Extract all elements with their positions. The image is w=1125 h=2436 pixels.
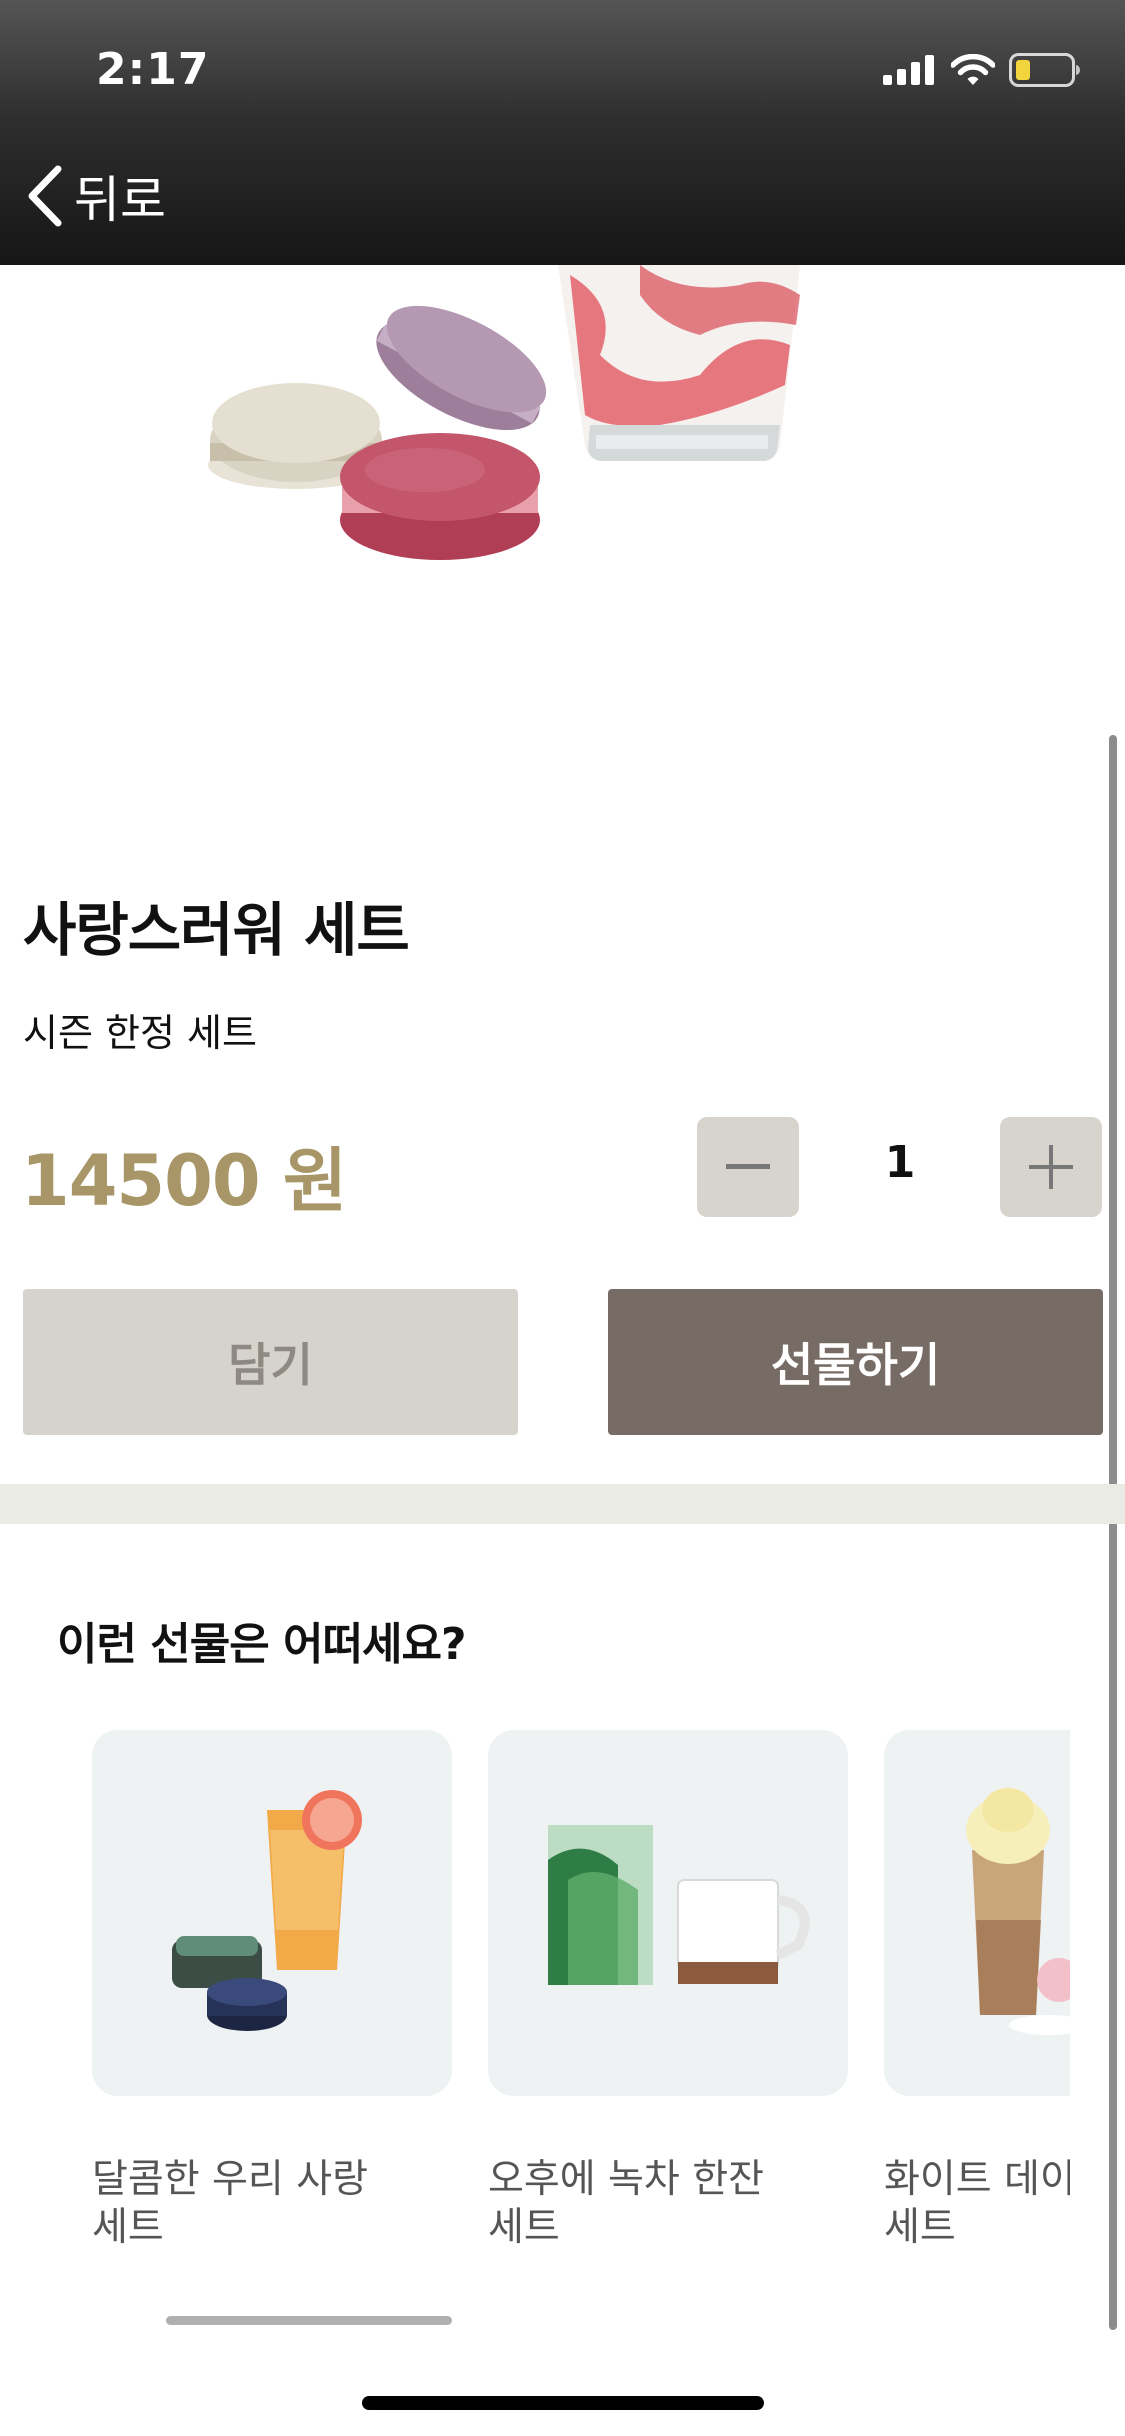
section-divider [0, 1484, 1125, 1524]
wifi-icon [951, 54, 995, 85]
product-title: 사랑스러워 세트 [23, 896, 410, 964]
product-hero-image [0, 265, 1125, 685]
recommendation-image [488, 1730, 848, 2096]
back-label: 뒤로 [74, 171, 166, 229]
carousel-scroll-indicator [166, 2316, 452, 2325]
recommendation-label: 오후에 녹차 한잔 세트 [488, 2157, 764, 2250]
quantity-value: 1 [884, 1137, 916, 1188]
product-subtitle: 시즌 한정 세트 [23, 1011, 257, 1055]
recommendation-card[interactable]: 달콤한 우리 사랑 세트 [92, 1730, 452, 2250]
recommendations-heading: 이런 선물은 어떠세요? [57, 1619, 466, 1670]
recommendation-card[interactable]: 화이트 데이 세트 [884, 1730, 1070, 2250]
frappuccino-glass-image [558, 265, 800, 461]
plus-icon [1029, 1145, 1073, 1189]
status-icons [883, 50, 1081, 90]
chevron-left-icon [28, 165, 62, 227]
battery-icon [1009, 53, 1080, 87]
recommendation-label: 화이트 데이 세트 [884, 2157, 1070, 2250]
recommendation-image [884, 1730, 1070, 2096]
add-to-cart-button[interactable]: 담기 [23, 1289, 518, 1435]
page-scrollbar[interactable] [1109, 735, 1117, 2330]
recommendation-image [92, 1730, 452, 2096]
home-indicator[interactable] [362, 2396, 764, 2410]
quantity-decrease-button[interactable] [697, 1117, 799, 1217]
minus-icon [726, 1164, 770, 1169]
app-header: 2:17 뒤로 [0, 0, 1125, 265]
quantity-increase-button[interactable] [1000, 1117, 1102, 1217]
product-detail-page: 2:17 뒤로 사랑스러워 세트 시즌 한정 세트 14500 원 1 담기 선… [0, 0, 1125, 2436]
recommendations-carousel[interactable]: 달콤한 우리 사랑 세트 오후에 녹차 한잔 세트 화이트 데이 세트 [0, 1730, 1070, 2250]
macarons-image [208, 305, 547, 560]
product-price: 14500 원 [21, 1140, 347, 1222]
signal-icon [883, 55, 934, 85]
status-time: 2:17 [96, 44, 210, 95]
send-gift-button[interactable]: 선물하기 [608, 1289, 1103, 1435]
recommendation-card[interactable]: 오후에 녹차 한잔 세트 [488, 1730, 848, 2250]
back-button[interactable]: 뒤로 [24, 160, 166, 232]
recommendation-label: 달콤한 우리 사랑 세트 [92, 2157, 368, 2250]
